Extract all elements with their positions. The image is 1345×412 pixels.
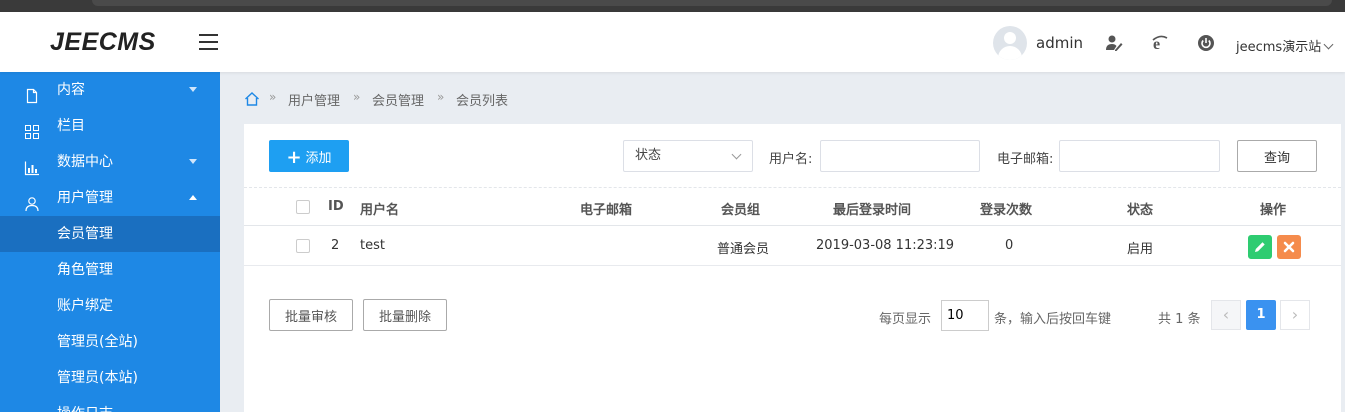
browser-ie-icon[interactable]: e bbox=[1151, 34, 1169, 53]
row-checkbox[interactable] bbox=[296, 239, 310, 253]
column-header-status: 状态 bbox=[1127, 203, 1154, 218]
cell-login-count: 0 bbox=[1005, 238, 1014, 253]
sidebar-item-data-center[interactable]: 数据中心 bbox=[0, 144, 220, 180]
sidebar-subitem-operation-log[interactable]: 操作日志 bbox=[0, 396, 220, 412]
home-icon[interactable] bbox=[244, 91, 260, 107]
breadcrumb-separator: » bbox=[269, 90, 277, 104]
username-filter-input[interactable] bbox=[820, 140, 980, 172]
logo: JEECMS bbox=[50, 28, 156, 56]
member-list-panel: + 添加 状态 用户名: 电子邮箱: 查询 ID 用户名 电子邮箱 会员组 最后登… bbox=[244, 124, 1341, 412]
site-selector[interactable]: jeecms演示站 bbox=[1236, 36, 1334, 55]
sidebar-subitem-role-management[interactable]: 角色管理 bbox=[0, 252, 220, 288]
sidebar-subitem-member-management[interactable]: 会员管理 bbox=[0, 216, 220, 252]
email-filter-label: 电子邮箱: bbox=[997, 152, 1054, 167]
user-icon bbox=[24, 190, 40, 212]
power-icon[interactable] bbox=[1197, 34, 1215, 52]
avatar[interactable] bbox=[993, 26, 1027, 60]
sidebar-subitem-admin-all[interactable]: 管理员(全站) bbox=[0, 324, 220, 360]
search-button[interactable]: 查询 bbox=[1237, 140, 1317, 172]
pencil-icon bbox=[1255, 242, 1265, 252]
table-row: 2 test 普通会员 2019-03-08 11:23:19 0 启用 bbox=[244, 226, 1341, 266]
select-all-checkbox[interactable] bbox=[296, 200, 310, 214]
user-edit-icon[interactable] bbox=[1105, 34, 1123, 52]
sidebar-subitem-admin-site[interactable]: 管理员(本站) bbox=[0, 360, 220, 396]
caret-down-icon bbox=[189, 87, 197, 92]
cell-status: 启用 bbox=[1127, 242, 1154, 257]
batch-delete-button[interactable]: 批量删除 bbox=[363, 299, 447, 331]
breadcrumb-item-current: 会员列表 bbox=[456, 94, 509, 109]
add-button[interactable]: + 添加 bbox=[269, 140, 349, 172]
column-header-member-group: 会员组 bbox=[721, 203, 761, 218]
grid-icon bbox=[24, 118, 40, 139]
username-label[interactable]: admin bbox=[1036, 34, 1083, 52]
caret-up-icon bbox=[189, 195, 197, 200]
column-header-last-login: 最后登录时间 bbox=[833, 203, 912, 218]
column-header-id: ID bbox=[328, 199, 344, 214]
breadcrumb-separator: » bbox=[437, 90, 445, 104]
username-filter-label: 用户名: bbox=[769, 152, 813, 167]
browser-chrome bbox=[0, 0, 1345, 12]
menu-toggle-icon[interactable] bbox=[199, 34, 219, 50]
edit-button[interactable] bbox=[1248, 235, 1272, 259]
close-icon bbox=[1283, 241, 1295, 253]
document-icon bbox=[24, 82, 40, 104]
next-page-button[interactable]: › bbox=[1280, 300, 1310, 330]
caret-down-icon bbox=[189, 159, 197, 164]
bar-chart-icon bbox=[24, 154, 40, 176]
chevron-down-icon bbox=[1323, 39, 1334, 50]
breadcrumb-item[interactable]: 用户管理 bbox=[288, 90, 340, 109]
cell-username: test bbox=[360, 238, 385, 253]
sidebar-item-content[interactable]: 内容 bbox=[0, 72, 220, 108]
per-page-label: 每页显示 bbox=[879, 312, 932, 327]
column-header-username: 用户名 bbox=[360, 203, 400, 218]
email-filter-input[interactable] bbox=[1059, 140, 1220, 172]
page-size-input[interactable] bbox=[941, 300, 989, 331]
column-header-actions: 操作 bbox=[1260, 203, 1287, 218]
delete-button[interactable] bbox=[1277, 235, 1301, 259]
breadcrumb-separator: » bbox=[353, 90, 361, 104]
chevron-down-icon bbox=[731, 149, 742, 160]
status-select[interactable]: 状态 bbox=[623, 140, 753, 172]
cell-id: 2 bbox=[331, 238, 340, 253]
sidebar-item-user-management[interactable]: 用户管理 bbox=[0, 180, 220, 216]
per-page-hint: 条，输入后按回车键 bbox=[994, 312, 1112, 327]
top-header: JEECMS admin e jeecms演示站 bbox=[0, 12, 1345, 72]
table-header: ID 用户名 电子邮箱 会员组 最后登录时间 登录次数 状态 操作 bbox=[244, 188, 1341, 226]
plus-icon: + bbox=[286, 146, 302, 168]
column-header-email: 电子邮箱 bbox=[580, 203, 633, 218]
sidebar-item-column[interactable]: 栏目 bbox=[0, 108, 220, 144]
sidebar: 内容 栏目 数据中心 用户管理 会员管理 角色管理 账户绑定 管理员(全站) 管… bbox=[0, 72, 220, 412]
prev-page-button[interactable]: ‹ bbox=[1211, 300, 1241, 330]
cell-member-group: 普通会员 bbox=[717, 242, 770, 257]
total-count: 共 1 条 bbox=[1158, 312, 1201, 327]
column-header-login-count: 登录次数 bbox=[980, 203, 1033, 218]
cell-last-login: 2019-03-08 11:23:19 bbox=[816, 238, 955, 253]
sidebar-subitem-account-binding[interactable]: 账户绑定 bbox=[0, 288, 220, 324]
breadcrumb-item[interactable]: 会员管理 bbox=[372, 90, 424, 109]
current-page-button[interactable]: 1 bbox=[1246, 300, 1276, 330]
batch-review-button[interactable]: 批量审核 bbox=[269, 299, 353, 331]
address-bar[interactable] bbox=[92, 0, 1332, 6]
